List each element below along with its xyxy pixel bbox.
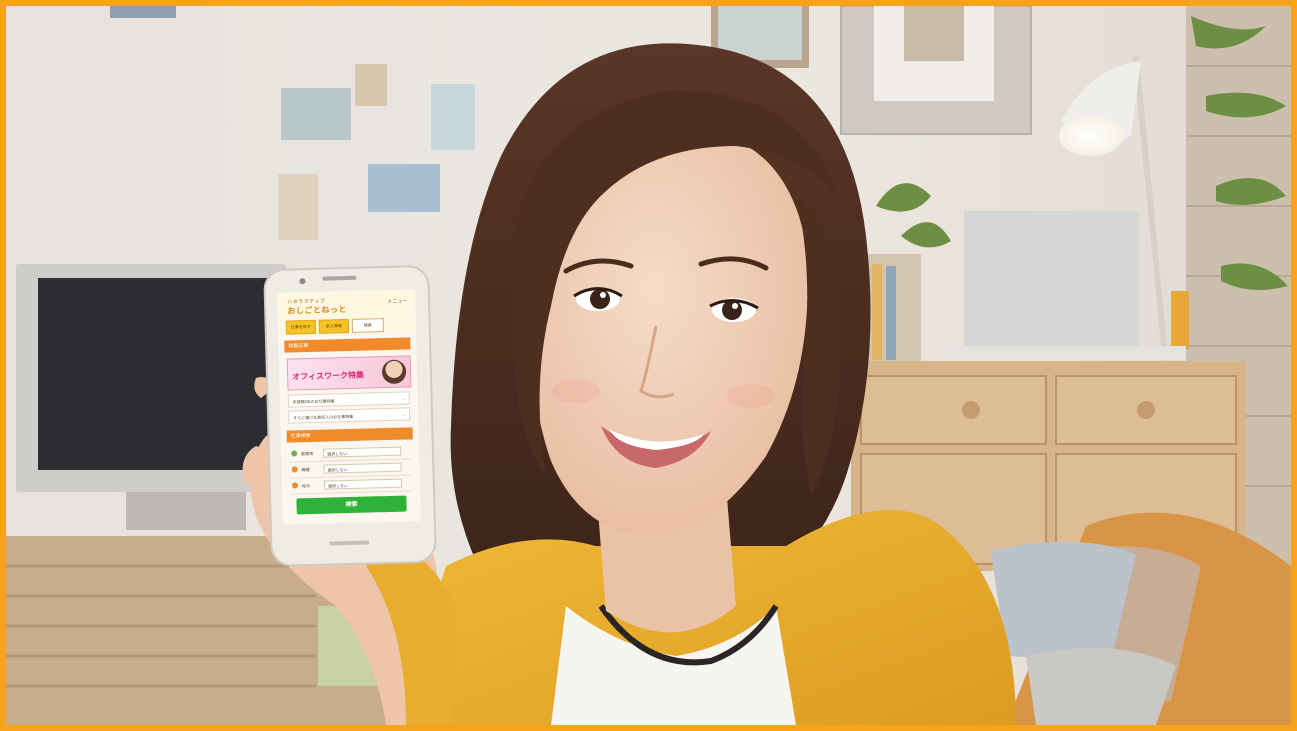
phone-section-search: 仕事検索	[286, 427, 413, 443]
phone-filter-select[interactable]: 選択しない	[323, 446, 402, 458]
phone-tabs: 仕事を探す 求人情報 検索	[285, 318, 385, 335]
phone-filter-select[interactable]: 選択しない	[323, 478, 403, 490]
phone-menu-link[interactable]: メニュー	[387, 297, 407, 305]
photo-scene: ハタラクティブ おしごとねっと メニュー 仕事を探す 求人情報 検索 特集記事 …	[6, 6, 1291, 725]
image-frame: ハタラクティブ おしごとねっと メニュー 仕事を探す 求人情報 検索 特集記事 …	[0, 0, 1297, 731]
phone-filter-select[interactable]: 選択しない	[323, 462, 402, 474]
phone-app-header: ハタラクティブ おしごとねっと メニュー 仕事を探す 求人情報 検索	[276, 289, 417, 335]
phone-tab-job-info[interactable]: 求人情報	[318, 318, 350, 334]
location-icon	[291, 450, 298, 457]
phone-filter-label: 職種	[301, 467, 310, 473]
phone-link-item[interactable]: すぐに働ける高収入のお仕事特集 ›	[288, 407, 411, 424]
phone-filter-row[interactable]: 給与 選択しない	[289, 475, 413, 495]
phone-filter-label: 給与	[301, 483, 311, 489]
sofa	[991, 512, 1291, 725]
phone-search-button[interactable]: 検索	[296, 495, 407, 515]
chevron-right-icon: ›	[403, 396, 405, 402]
chevron-right-icon: ›	[403, 412, 406, 418]
briefcase-icon	[291, 466, 298, 473]
phone-link-label: 未経験OKのお仕事特集	[292, 398, 335, 405]
phone-screen: ハタラクティブ おしごとねっと メニュー 仕事を探す 求人情報 検索 特集記事 …	[276, 289, 422, 525]
phone-app-logo: ハタラクティブ おしごとねっと	[287, 297, 347, 317]
phone-tab-search[interactable]: 検索	[351, 318, 385, 333]
phone-app-logo-text: おしごとねっと	[287, 305, 348, 316]
scene-illustration	[6, 6, 1291, 725]
phone-link-label: すぐに働ける高収入のお仕事特集	[293, 413, 354, 421]
banner-portrait-icon	[381, 359, 407, 385]
phone-tab-find-job[interactable]: 仕事を探す	[285, 319, 317, 335]
phone-banner-text: オフィスワーク特集	[292, 370, 365, 382]
phone-link-item[interactable]: 未経験OKのお仕事特集 ›	[287, 391, 410, 408]
phone-feature-banner[interactable]: オフィスワーク特集	[286, 355, 412, 391]
phone-filter-label: 勤務地	[301, 450, 314, 457]
phone-section-feature: 特集記事	[284, 337, 411, 353]
yen-icon	[291, 482, 299, 489]
